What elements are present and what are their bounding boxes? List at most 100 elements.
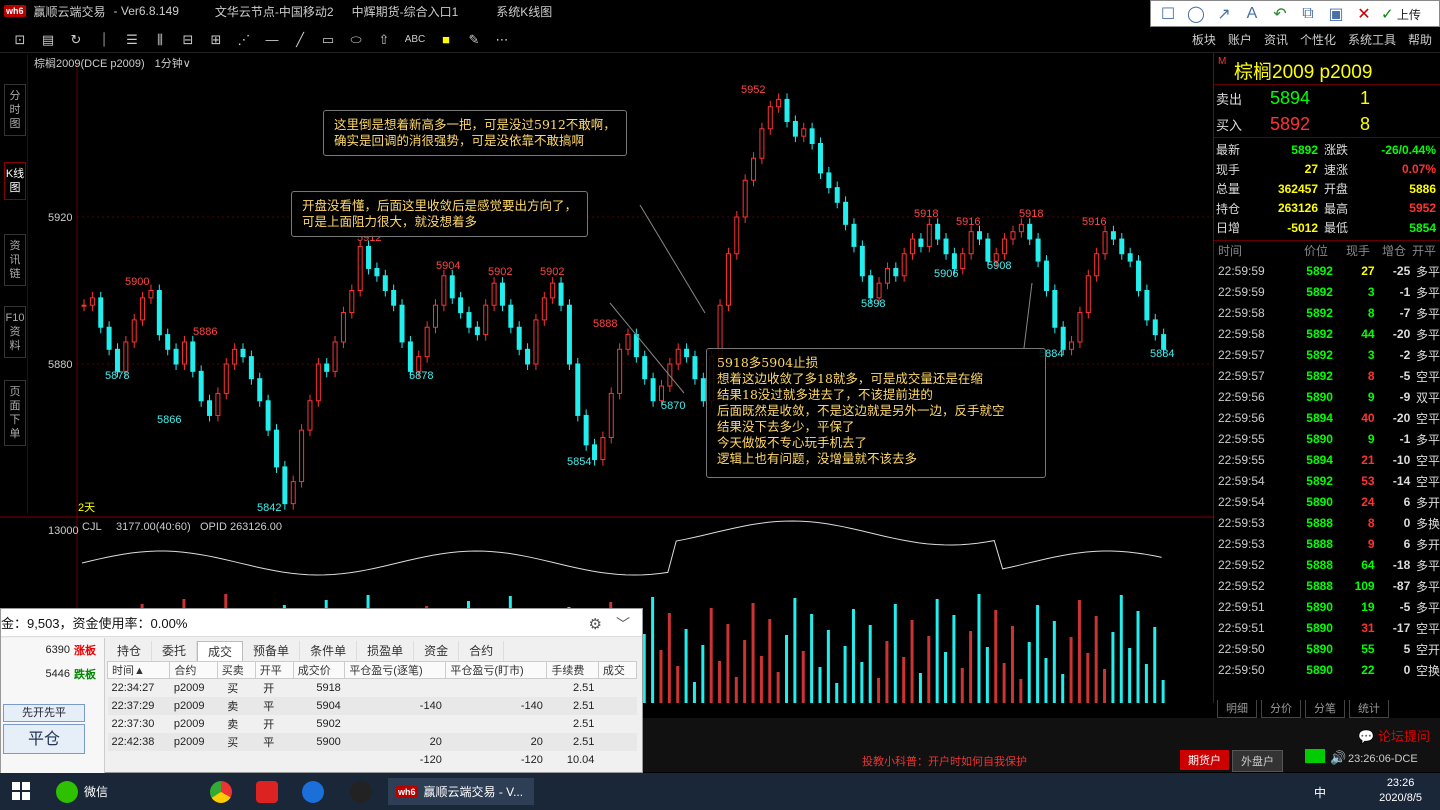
copy-icon[interactable]: ⧉: [1297, 5, 1319, 23]
tab-price-split[interactable]: 分价: [1261, 700, 1301, 718]
column-header[interactable]: 开平: [254, 661, 294, 679]
refresh-icon[interactable]: ↻: [64, 32, 88, 48]
forum-link[interactable]: 💬 论坛提问: [1358, 726, 1430, 745]
gear-icon[interactable]: ⚙: [589, 615, 602, 633]
save-icon[interactable]: ▤: [36, 32, 60, 48]
tab-stats[interactable]: 统计: [1349, 700, 1389, 718]
up-arrow-icon[interactable]: ⇧: [372, 32, 396, 48]
taskbar-chrome[interactable]: [210, 778, 232, 805]
tick-volume: 27: [1361, 264, 1375, 278]
trade-row[interactable]: 22:37:29 p2009 卖平 5904 -140 -140 2.51: [107, 696, 637, 715]
arrow-tool-icon[interactable]: ↗: [1213, 4, 1235, 24]
more-icon[interactable]: ⋯: [490, 32, 514, 48]
taskbar-app3[interactable]: [302, 778, 324, 805]
tick-oi-change: -2: [1399, 348, 1411, 362]
tick-row: 22:59:52 5888 64 -18 多平: [1214, 555, 1440, 576]
stat-label: 最高: [1324, 201, 1349, 216]
tab-tick-split[interactable]: 分笔: [1305, 700, 1345, 718]
volume-bar: [918, 673, 922, 703]
stat-value: 5854: [1409, 220, 1436, 235]
trade-tab[interactable]: 成交: [197, 641, 244, 661]
columns-icon[interactable]: ⫼: [148, 32, 172, 48]
outer-account-button[interactable]: 外盘户: [1232, 750, 1283, 772]
taskbar-app2[interactable]: [256, 778, 278, 805]
taskbar-app4[interactable]: [350, 778, 372, 805]
ellipse-tool-icon[interactable]: ◯: [1185, 4, 1207, 24]
column-header[interactable]: 平仓盈亏(逐笔): [344, 661, 447, 679]
text-tool-icon[interactable]: A: [1241, 5, 1263, 23]
column-header[interactable]: 成交价: [292, 661, 346, 679]
period-selector[interactable]: 1分钟∨: [155, 55, 191, 71]
taskbar-trading-app[interactable]: wh6 赢顺云端交易 - V...: [388, 778, 534, 805]
trade-tab[interactable]: 委托: [152, 641, 198, 661]
symbol-label[interactable]: 棕榈2009(DCE p2009): [34, 55, 145, 71]
menu-item[interactable]: 板块: [1192, 31, 1216, 48]
menu-item[interactable]: 帮助: [1408, 31, 1432, 48]
volume-bar: [952, 615, 956, 703]
close-position-button[interactable]: 平仓: [3, 724, 85, 754]
chart-note[interactable]: 5918多5904止损 想着这边收敛了多18就多，可是成交量还是在缩 结果18没…: [706, 348, 1046, 478]
volume-icon[interactable]: 🔊: [1330, 750, 1346, 766]
multi-line-icon[interactable]: ☰: [120, 32, 144, 48]
chevron-down-icon[interactable]: ﹀: [616, 614, 630, 634]
rectangle-tool-icon[interactable]: ☐: [1157, 4, 1179, 24]
menu-item[interactable]: 系统工具: [1348, 31, 1396, 48]
windows-start-icon[interactable]: [12, 782, 30, 800]
trade-tab[interactable]: 资金: [414, 641, 460, 661]
column-header[interactable]: 买卖: [216, 661, 256, 679]
ime-indicator[interactable]: 中: [1314, 784, 1326, 801]
color-fill-icon[interactable]: ■: [434, 32, 458, 47]
stat-value: 0.07%: [1401, 162, 1436, 177]
trade-contract: p2009: [169, 696, 218, 715]
indicator-name[interactable]: CJL: [82, 521, 102, 533]
candle-body: [1127, 253, 1133, 262]
futures-account-button[interactable]: 期货户: [1180, 750, 1229, 770]
trade-tab[interactable]: 预备单: [243, 641, 301, 661]
column-header[interactable]: 时间▲: [106, 661, 171, 679]
candle-body: [248, 356, 254, 380]
dashed-line-icon[interactable]: ⋰: [232, 32, 256, 48]
undo-icon[interactable]: ↶: [1269, 4, 1291, 24]
trade-row[interactable]: 22:42:38 p2009 买平 5900 20 20 2.51: [107, 732, 637, 751]
trade-fee: 2.51: [546, 732, 599, 751]
column-header[interactable]: 平仓盈亏(盯市): [445, 661, 548, 679]
tip-text[interactable]: 投教小科普：开户时如何自我保护: [862, 753, 1027, 769]
trade-tab[interactable]: 损盈单: [357, 641, 415, 661]
candle-body: [407, 341, 413, 372]
grid-icon[interactable]: ⊞: [204, 32, 228, 48]
screenshot-icon[interactable]: ⊡: [8, 32, 32, 48]
rect-icon[interactable]: ▭: [316, 32, 340, 48]
trade-tab[interactable]: 合约: [459, 641, 505, 661]
trade-row[interactable]: 22:34:27 p2009 买 开 5918 2.51: [108, 679, 637, 697]
tab-detail[interactable]: 明细: [1217, 700, 1257, 718]
volume-bar: [709, 608, 713, 703]
diagonal-line-icon[interactable]: ╱: [288, 32, 312, 48]
eraser-icon[interactable]: ✎: [462, 32, 486, 48]
menu-item[interactable]: 账户: [1228, 31, 1252, 48]
trade-tab[interactable]: 持仓: [107, 641, 153, 661]
column-header[interactable]: 成交: [597, 661, 638, 679]
menu-item[interactable]: 个性化: [1300, 31, 1336, 48]
save-icon[interactable]: ▣: [1325, 4, 1347, 24]
clock[interactable]: 23:26 2020/8/5: [1379, 776, 1422, 806]
close-icon[interactable]: ✕: [1353, 4, 1375, 24]
menu-item[interactable]: 资讯: [1264, 31, 1288, 48]
trade-row[interactable]: 22:37:30 p2009 卖 开 5902 2.51: [108, 715, 637, 733]
chart-note[interactable]: 这里倒是想着新高多一把，可是没过5912不敢啊， 确实是回调的消很强势，可是没依…: [323, 110, 627, 156]
tick-list[interactable]: 22:59:59 5892 27 -25 多平 22:59:59 5892 3 -1 多平 22:5…: [1214, 261, 1440, 681]
price-mark: 5900: [125, 276, 149, 288]
taskbar-wechat[interactable]: 微信: [56, 778, 108, 805]
chart-note[interactable]: 开盘没看懂，后面这里收敛后是感觉要出方向了， 可是上面阻力很大，就没想着多: [291, 191, 589, 237]
column-header[interactable]: 手续费: [546, 661, 599, 679]
text-abc-icon[interactable]: ABC: [400, 34, 430, 45]
column-header[interactable]: 合约: [169, 661, 218, 679]
fifo-button[interactable]: 先开先平: [3, 704, 85, 722]
oval-icon[interactable]: ⬭: [344, 32, 368, 48]
tick-volume: 64: [1361, 558, 1375, 572]
upload-button[interactable]: ✓ 上传: [1381, 5, 1421, 23]
trade-tab[interactable]: 条件单: [300, 641, 358, 661]
vertical-line-icon[interactable]: ⏐: [92, 32, 116, 48]
horizontal-line-icon[interactable]: —: [260, 32, 284, 47]
rows-icon[interactable]: ⊟: [176, 32, 200, 48]
tick-time: 22:59:54: [1218, 474, 1265, 488]
